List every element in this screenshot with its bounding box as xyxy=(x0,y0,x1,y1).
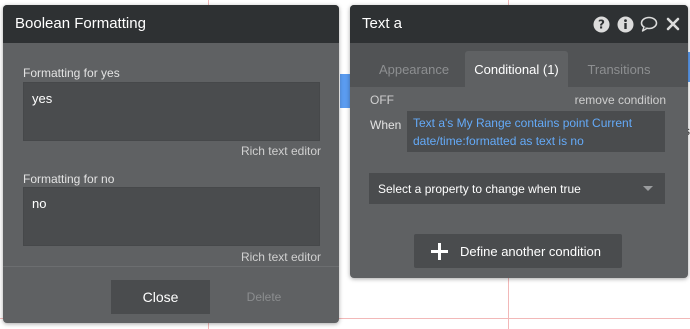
delete-button[interactable]: Delete xyxy=(234,280,294,314)
tab-conditional[interactable]: Conditional (1) xyxy=(465,51,568,87)
text-element-panel: Text a ? Appearance Conditional (1) Tran… xyxy=(350,5,688,278)
close-icon[interactable] xyxy=(664,15,682,33)
footer-divider xyxy=(3,266,339,267)
property-select-label: Select a property to change when true xyxy=(378,181,581,196)
property-select[interactable]: Select a property to change when true xyxy=(369,173,665,204)
formatting-yes-input[interactable]: yes xyxy=(23,82,320,141)
rich-text-editor-link-no[interactable]: Rich text editor xyxy=(241,250,321,264)
condition-status[interactable]: OFF xyxy=(370,93,394,107)
rich-text-editor-link-yes[interactable]: Rich text editor xyxy=(241,144,321,158)
comment-icon[interactable] xyxy=(640,15,658,33)
formatting-no-input[interactable]: no xyxy=(23,187,320,246)
info-icon[interactable] xyxy=(616,15,634,33)
header-icons: ? xyxy=(592,5,682,43)
formatting-yes-label: Formatting for yes xyxy=(23,66,120,80)
panel-header: Text a ? xyxy=(350,5,688,43)
tab-transitions[interactable]: Transitions xyxy=(572,51,666,87)
tab-appearance[interactable]: Appearance xyxy=(365,51,463,87)
boolean-formatting-panel: Boolean Formatting Formatting for yes ye… xyxy=(3,5,339,323)
plus-icon xyxy=(431,242,448,260)
formatting-no-label: Formatting for no xyxy=(23,172,115,186)
define-another-condition-label: Define another condition xyxy=(460,243,601,259)
close-button[interactable]: Close xyxy=(111,280,210,314)
when-label: When xyxy=(370,118,402,132)
panel-title: Text a xyxy=(362,15,403,32)
svg-text:?: ? xyxy=(598,17,605,31)
chevron-down-icon xyxy=(643,186,653,191)
condition-expression[interactable]: Text a's My Range contains point Current… xyxy=(407,111,665,152)
panel-tabs: Appearance Conditional (1) Transitions xyxy=(350,43,688,87)
define-another-condition-button[interactable]: Define another condition xyxy=(414,234,622,268)
help-icon[interactable]: ? xyxy=(592,15,610,33)
panel-title: Boolean Formatting xyxy=(3,5,339,43)
remove-condition-link[interactable]: remove condition xyxy=(575,93,666,107)
